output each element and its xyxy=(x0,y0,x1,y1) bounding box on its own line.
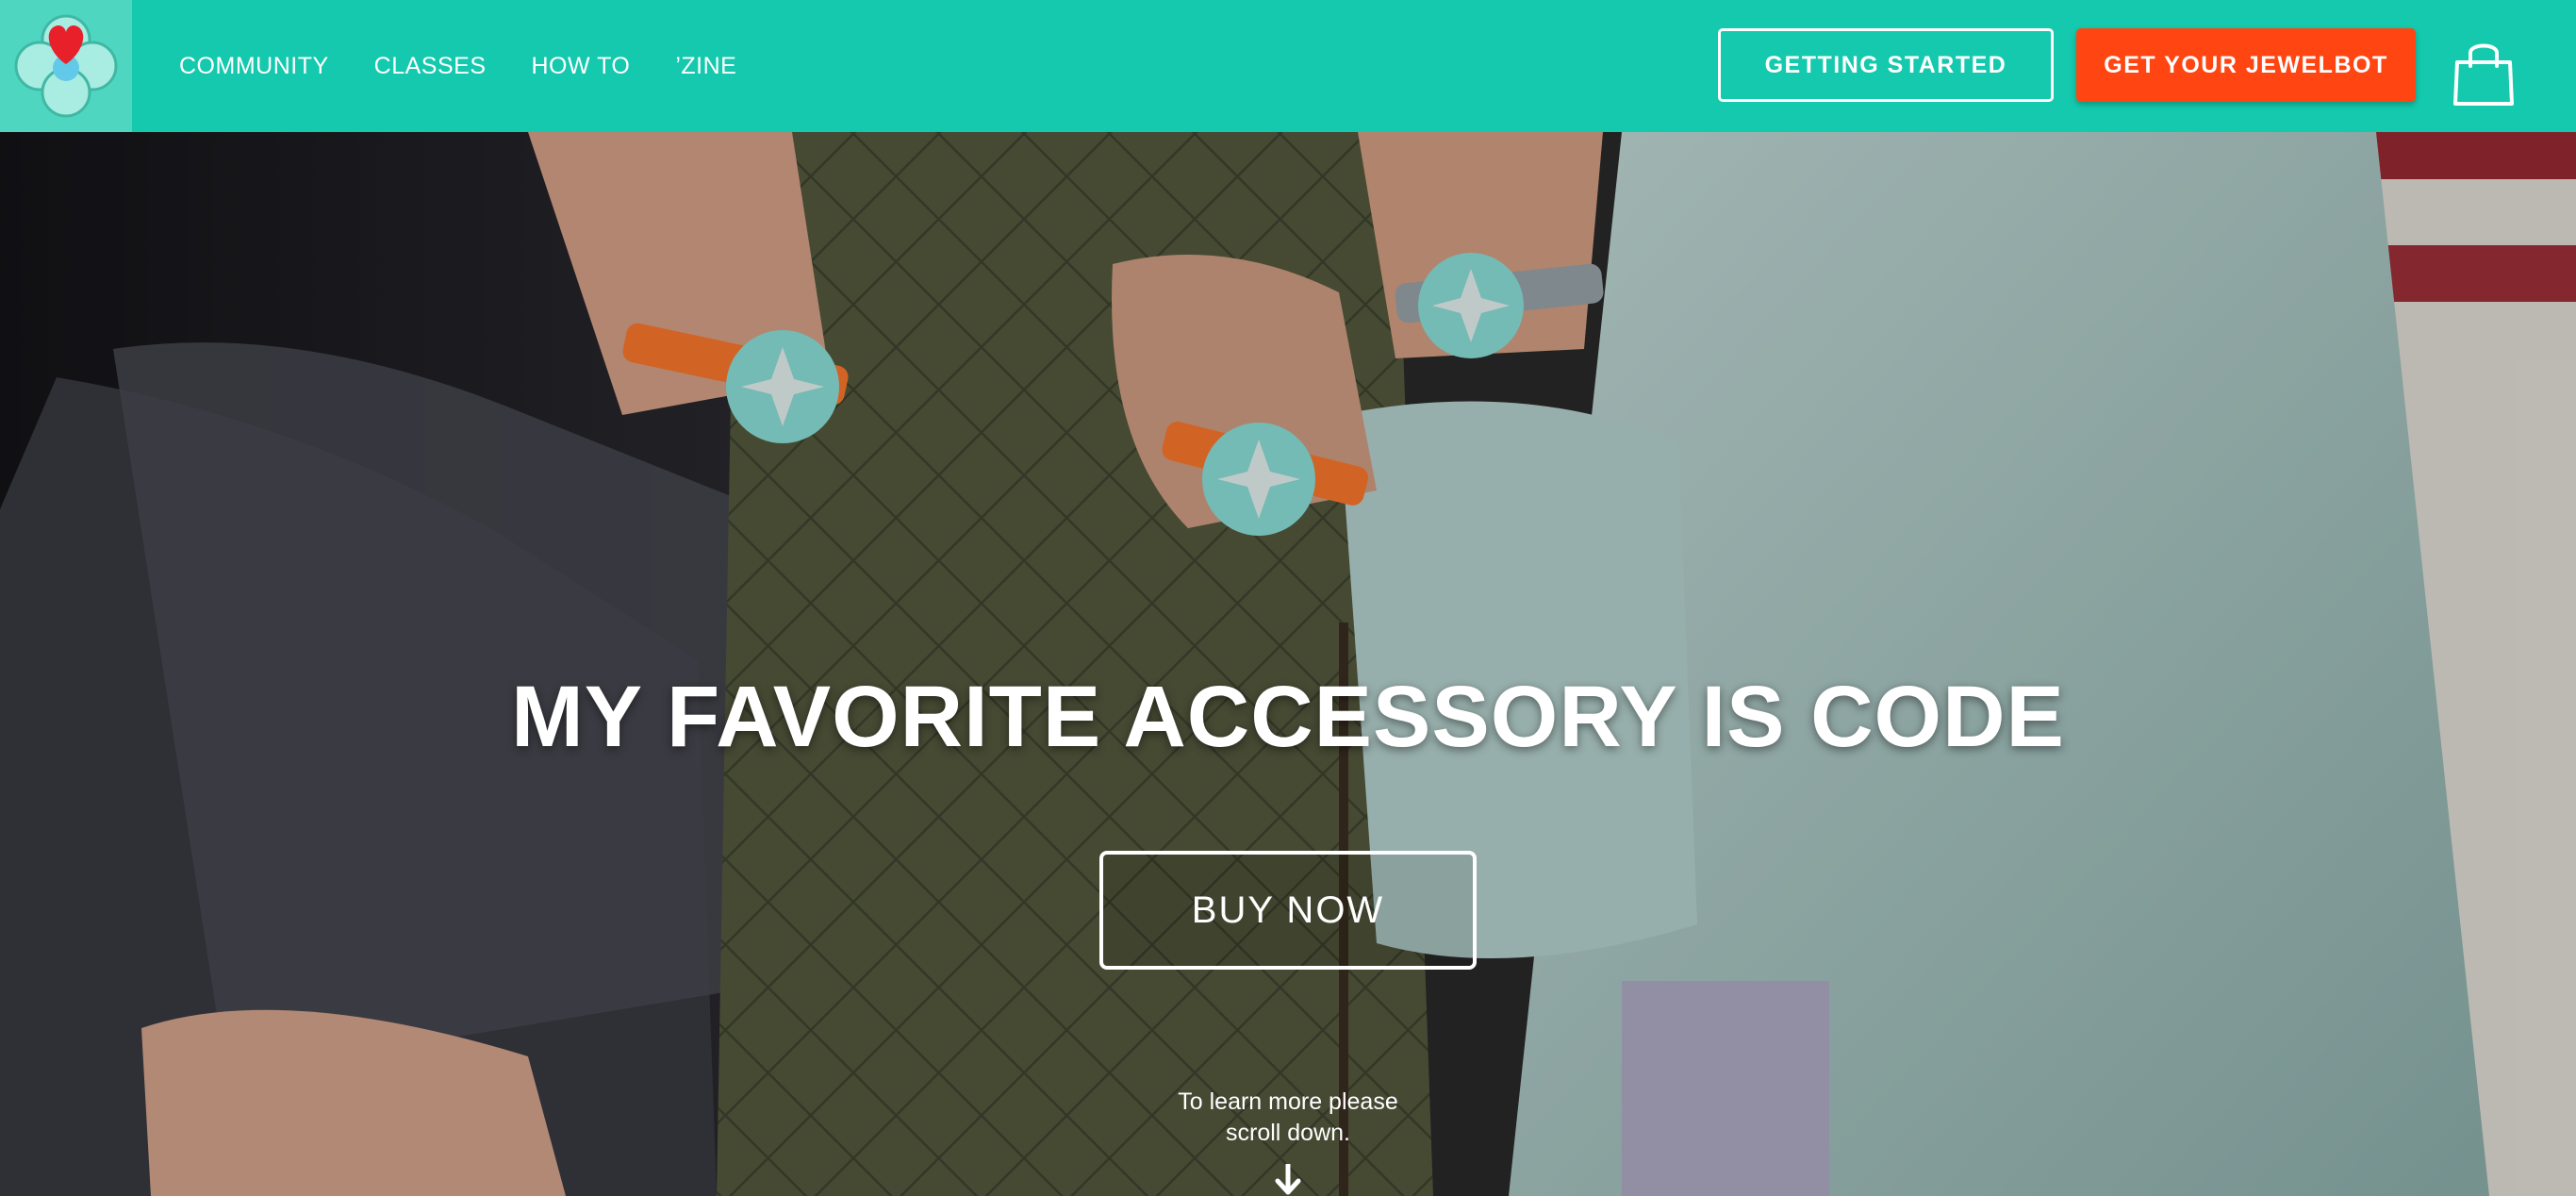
hero-section: MY FAVORITE ACCESSORY IS CODE BUY NOW To… xyxy=(0,132,2576,1196)
buy-now-button[interactable]: BUY NOW xyxy=(1099,851,1477,970)
cart-link[interactable] xyxy=(2452,38,2516,109)
heart-clover-logo-icon xyxy=(14,14,118,118)
home-logo-link[interactable] xyxy=(0,0,132,132)
nav-link-community[interactable]: COMMUNITY xyxy=(179,53,329,80)
hero-dark-overlay xyxy=(0,132,2576,1196)
scroll-hint: To learn more please scroll down. xyxy=(1099,1087,1477,1149)
nav-link-zine[interactable]: ’ZINE xyxy=(675,53,736,80)
hero-headline: MY FAVORITE ACCESSORY IS CODE xyxy=(511,669,2065,765)
top-nav: COMMUNITY CLASSES HOW TO ’ZINE GETTING S… xyxy=(0,0,2576,132)
getting-started-button[interactable]: GETTING STARTED xyxy=(1718,28,2054,102)
shopping-bag-icon xyxy=(2453,43,2514,106)
get-your-jewelbot-button[interactable]: GET YOUR JEWELBOT xyxy=(2076,28,2416,102)
main-nav-links: COMMUNITY CLASSES HOW TO ’ZINE xyxy=(179,0,782,132)
nav-link-how-to[interactable]: HOW TO xyxy=(532,53,631,80)
scroll-hint-line-1: To learn more please xyxy=(1178,1088,1398,1115)
arrow-down-icon[interactable] xyxy=(1275,1164,1301,1196)
scroll-hint-line-2: scroll down. xyxy=(1226,1120,1350,1146)
nav-link-classes[interactable]: CLASSES xyxy=(374,53,487,80)
